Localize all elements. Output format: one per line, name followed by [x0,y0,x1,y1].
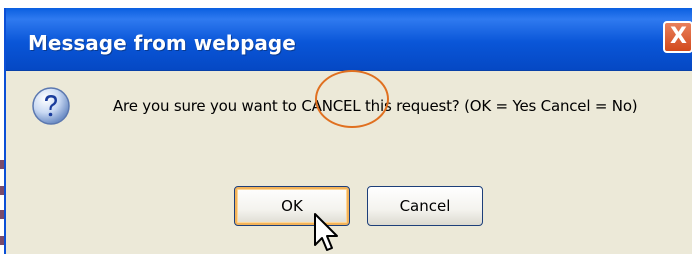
cancel-button[interactable]: Cancel [367,186,483,226]
message-text-after: this request? (OK = Yes Cancel = No) [360,97,638,115]
dialog-titlebar[interactable]: Message from webpage [6,8,692,71]
dialog-title: Message from webpage [28,31,296,55]
mouse-cursor-icon [314,213,338,251]
annotation-circle [315,70,389,128]
question-icon [32,87,70,125]
close-icon: X [670,24,687,49]
close-button[interactable]: X [663,21,692,53]
message-text-before: Are you sure you want to [113,97,302,115]
